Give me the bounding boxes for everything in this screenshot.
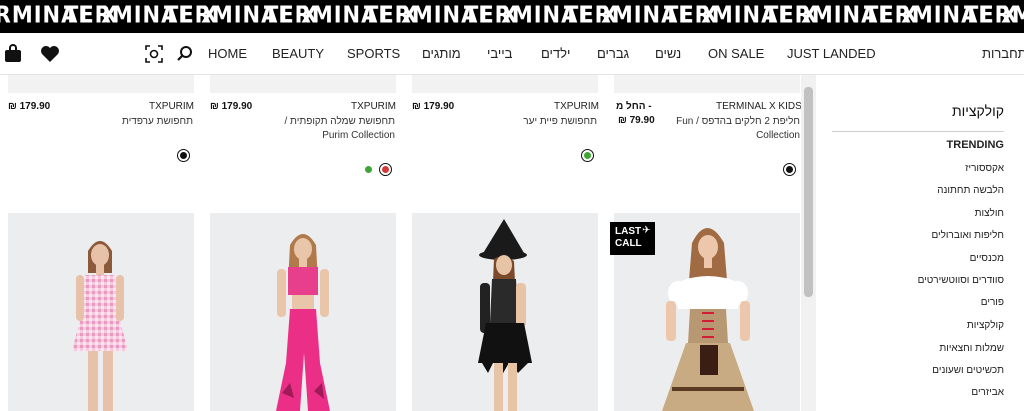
sidebar-title: קולקציות [951, 103, 1004, 119]
product-price: ₪ 79.90 [618, 115, 655, 126]
sidebar-item-shirts[interactable]: חולצות [975, 208, 1004, 219]
sidebar-item-collections[interactable]: קולקציות [967, 320, 1004, 331]
sidebar-item-jewelry-watches[interactable]: תכשיטים ושעונים [932, 365, 1004, 376]
product-brand[interactable]: TXPURIM [149, 101, 194, 112]
banner-track: TERMINAL X TERMINAL X TERMINAL X TERMINA… [0, 0, 1024, 33]
collections-sidebar: קולקציות TRENDING אקססוריז הלבשה תחתונה … [816, 75, 1024, 411]
sidebar-item-trending[interactable]: TRENDING [947, 139, 1004, 151]
product-description[interactable]: תחפושת שמלה תקופתית / Purim Collection [268, 115, 395, 143]
search-icon[interactable] [174, 43, 196, 65]
last-call-badge: LAST CALL ✈ [610, 222, 655, 255]
banner-logo-text: TERMINAL X [664, 1, 819, 29]
nav-just-landed[interactable]: JUST LANDED [787, 33, 876, 75]
banner-logo-text: TERMINAL X [964, 1, 1024, 29]
product-photo[interactable] [210, 213, 396, 411]
banner-logo-text: TERMINAL X [164, 1, 319, 29]
banner-logo-text: TERMINAL X [364, 1, 519, 29]
product-price-prefix: החל מ - [616, 101, 652, 112]
color-swatch-black[interactable] [783, 163, 796, 176]
product-image[interactable] [8, 75, 194, 93]
product-image[interactable] [614, 75, 800, 93]
sidebar-item-accessories-2[interactable]: אביזרים [971, 387, 1004, 398]
airplane-icon: ✈ [642, 225, 651, 236]
banner-logo-text: TERMINAL X [464, 1, 619, 29]
color-swatch-green[interactable] [362, 163, 375, 176]
color-swatch-green[interactable] [581, 149, 594, 162]
sidebar-item-pants[interactable]: מכנסיים [970, 253, 1004, 264]
product-image[interactable] [210, 75, 396, 93]
product-price: ₪ 179.90 [8, 101, 51, 112]
nav-brands[interactable]: מותגים [422, 33, 461, 75]
sidebar-item-accessories[interactable]: אקססוריז [965, 163, 1004, 174]
login-link[interactable]: התחברות [982, 33, 1024, 75]
product-brand[interactable]: TXPURIM [351, 101, 396, 112]
banner-logo-text: TERMINAL X [564, 1, 719, 29]
sidebar-item-sweaters[interactable]: סוודרים וסווטשירטים [918, 275, 1004, 286]
sidebar-item-purim[interactable]: פורים [981, 297, 1004, 308]
nav-beauty[interactable]: BEAUTY [272, 33, 324, 75]
banner-logo-text: TERMINAL X [0, 1, 119, 29]
nav-men[interactable]: גברים [597, 33, 629, 75]
scrollbar-thumb[interactable] [804, 87, 813, 297]
color-swatch-black[interactable] [177, 149, 190, 162]
nav-baby[interactable]: בייבי [487, 33, 512, 75]
banner-logo-text: TERMINAL X [64, 1, 219, 29]
sidebar-item-suits-overalls[interactable]: חליפות ואוברולים [931, 230, 1004, 241]
nav-on-sale[interactable]: ON SALE [708, 33, 764, 75]
product-brand[interactable]: TXPURIM [554, 101, 599, 112]
scrollbar[interactable] [801, 75, 816, 411]
sidebar-item-dresses-skirts[interactable]: שמלות וחצאיות [939, 343, 1004, 354]
product-price: ₪ 179.90 [412, 101, 455, 112]
shopping-bag-icon[interactable] [2, 43, 24, 65]
color-swatch-red[interactable] [379, 163, 392, 176]
banner-logo-text: TERMINAL X [764, 1, 919, 29]
banner-logo-text: TERMINAL X [864, 1, 1019, 29]
product-photo[interactable] [8, 213, 194, 411]
nav-kids[interactable]: ילדים [541, 33, 570, 75]
banner-logo-text: TERMINAL X [264, 1, 419, 29]
visual-search-icon[interactable] [143, 43, 165, 65]
sidebar-divider [832, 131, 1004, 132]
nav-sports[interactable]: SPORTS [347, 33, 400, 75]
sidebar-item-underwear[interactable]: הלבשה תחתונה [937, 185, 1004, 196]
product-image[interactable] [412, 75, 598, 93]
main-nav: HOME BEAUTY SPORTS מותגים בייבי ילדים גב… [0, 33, 1024, 75]
badge-line-2: CALL [615, 238, 642, 249]
brand-banner: TERMINAL X TERMINAL X TERMINAL X TERMINA… [0, 0, 1024, 33]
heart-icon[interactable] [39, 43, 61, 65]
product-photo[interactable] [412, 213, 598, 411]
product-price: ₪ 179.90 [210, 101, 253, 112]
product-description[interactable]: חליפת 2 חלקים בהדפס / Fun Collection [660, 115, 800, 143]
product-description[interactable]: תחפושת ערפדית [60, 115, 193, 129]
nav-home[interactable]: HOME [208, 33, 247, 75]
nav-women[interactable]: נשים [655, 33, 681, 75]
product-description[interactable]: תחפושת פיית יער [470, 115, 597, 129]
product-brand[interactable]: TERMINAL X KIDS [716, 101, 802, 112]
